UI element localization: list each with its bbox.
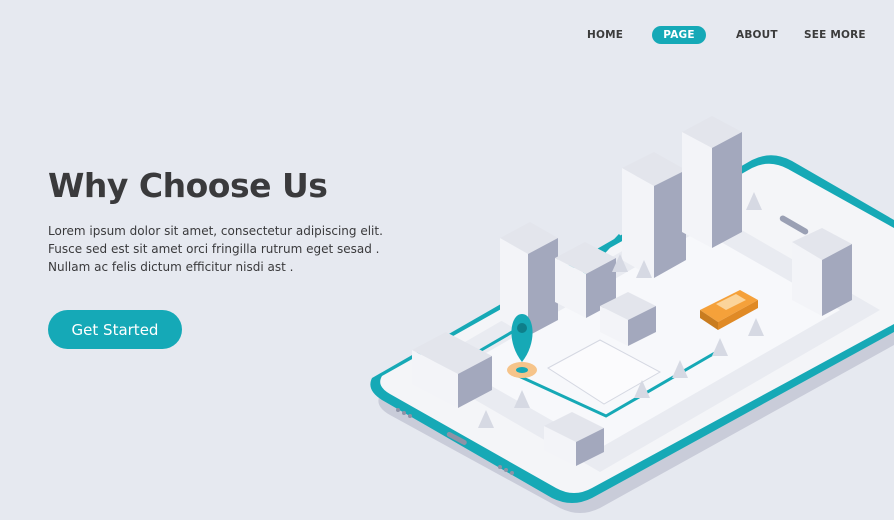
- city-phone-illustration: [370, 116, 894, 513]
- hero-description-line-2: Fusce sed est sit amet orci fringilla ru…: [48, 242, 380, 256]
- hero-description-line-1: Lorem ipsum dolor sit amet, consectetur …: [48, 224, 383, 238]
- nav-see-more-link[interactable]: SEE MORE: [804, 29, 866, 41]
- get-started-button[interactable]: Get Started: [48, 310, 182, 349]
- hero-description: Lorem ipsum dolor sit amet, consectetur …: [48, 222, 398, 276]
- nav-home-link[interactable]: HOME: [587, 29, 623, 41]
- nav-about-link[interactable]: ABOUT: [736, 29, 778, 41]
- nav-page-link[interactable]: PAGE: [652, 26, 706, 44]
- hero-title: Why Choose Us: [48, 166, 328, 205]
- hero-description-line-3: Nullam ac felis dictum efficitur nisdi a…: [48, 260, 294, 274]
